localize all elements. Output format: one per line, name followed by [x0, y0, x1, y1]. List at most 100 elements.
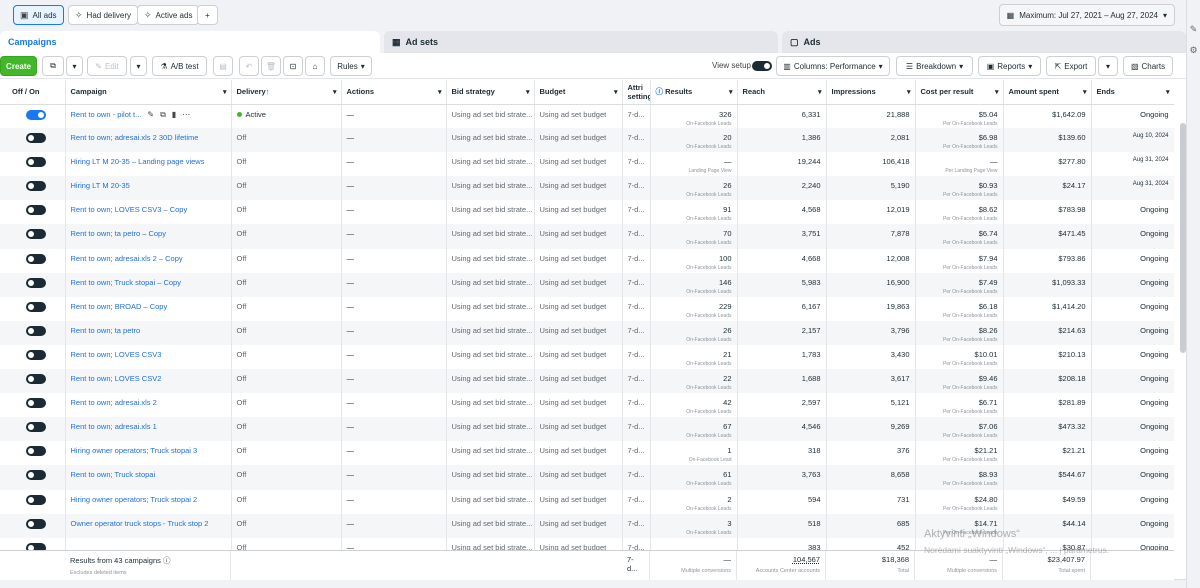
campaign-toggle[interactable]: [26, 205, 46, 216]
col-cost-per-result[interactable]: Cost per result ▾: [915, 80, 1004, 105]
export-menu-button[interactable]: ▾: [1098, 56, 1118, 76]
table-row[interactable]: Rent to own - pilot t... ✎ ⧉ ▮ ⋯ Active — Using…: [0, 104, 1174, 129]
campaign-name[interactable]: Rent to own - pilot t... ✎ ⧉ ▮ ⋯: [65, 104, 232, 129]
campaign-toggle[interactable]: [26, 422, 46, 433]
edit-button[interactable]: ✎ Edit: [87, 56, 127, 76]
vertical-scrollbar[interactable]: [1180, 123, 1186, 353]
table-row[interactable]: Rent to own; ta petro – Copy Off — Using ad…: [0, 224, 1174, 249]
campaign-toggle[interactable]: [26, 349, 46, 360]
edit-menu-button[interactable]: ▾: [130, 56, 147, 76]
rules-button[interactable]: Rules ▾: [330, 56, 372, 76]
table-row[interactable]: Rent to own; BROAD – Copy Off — Using ad se…: [0, 296, 1174, 321]
campaign-toggle[interactable]: [26, 494, 46, 505]
campaign-toggle[interactable]: [26, 518, 46, 529]
filter-all-ads[interactable]: ▣ All ads: [13, 5, 64, 25]
table-row[interactable]: Rent to own; LOVES CSV3 Off — Using ad set …: [0, 344, 1174, 370]
campaign-toggle[interactable]: [26, 253, 46, 264]
col-delivery[interactable]: Delivery↑ ▾: [231, 80, 342, 105]
campaign-name[interactable]: Hiring LT M 20-35: [65, 176, 232, 201]
campaign-name[interactable]: Rent to own; Truck stopai – Copy: [65, 272, 232, 297]
table-row[interactable]: Hiring LT M 20-35 Off — Using ad set bid st…: [0, 176, 1174, 201]
preview-button[interactable]: ⊡: [283, 56, 303, 76]
more-icon[interactable]: ⋯: [182, 110, 190, 119]
campaign-toggle[interactable]: [26, 109, 46, 120]
view-setup-toggle[interactable]: [752, 61, 772, 71]
charts-button[interactable]: ▧ Charts: [1123, 56, 1173, 76]
pencil-icon[interactable]: ✎: [147, 110, 154, 119]
table-row[interactable]: Rent to own; Truck stopai – Copy Off — Usin…: [0, 272, 1174, 297]
pencil-icon[interactable]: ✎: [1187, 24, 1200, 35]
campaign-name[interactable]: [65, 537, 232, 550]
col-attribution[interactable]: Attri setting: [622, 80, 651, 105]
campaign-toggle[interactable]: [26, 229, 46, 240]
table-row[interactable]: Rent to own; adresai.xls 1 Off — Using ad s…: [0, 417, 1174, 442]
campaign-name[interactable]: Owner operator truck stops - Truck stop …: [65, 513, 232, 538]
campaign-toggle[interactable]: [26, 181, 46, 192]
tab-campaigns[interactable]: Campaigns: [0, 31, 380, 53]
campaign-name[interactable]: Rent to own; adresai.xls 2 30D lifetime: [65, 128, 232, 153]
campaign-toggle[interactable]: [26, 157, 46, 168]
tab-ad-sets[interactable]: ▦ Ad sets: [384, 31, 778, 53]
col-impressions[interactable]: Impressions ▾: [826, 80, 916, 105]
archive-button[interactable]: ▤: [213, 56, 233, 76]
tag-button[interactable]: ⌂: [305, 56, 325, 76]
duplicate-button[interactable]: ⧉: [42, 56, 64, 76]
create-button[interactable]: Create: [0, 56, 37, 76]
columns-button[interactable]: ▥ Columns: Performance ▾: [776, 56, 890, 76]
campaign-name[interactable]: Rent to own; ta petro – Copy: [65, 224, 232, 249]
campaign-toggle[interactable]: [26, 374, 46, 385]
bar-chart-icon[interactable]: ▮: [172, 110, 176, 119]
campaign-name[interactable]: Rent to own; LOVES CSV3 – Copy: [65, 200, 232, 225]
campaign-name[interactable]: Rent to own; adresai.xls 2 – Copy: [65, 248, 232, 273]
table-row[interactable]: Hiring LT M 20-35 – Landing page views Of…: [0, 152, 1174, 177]
ab-test-button[interactable]: ⚗ A/B test: [152, 56, 207, 76]
add-filter-button[interactable]: +: [197, 5, 218, 25]
campaign-name[interactable]: Hiring LT M 20-35 – Landing page views: [65, 152, 232, 177]
delete-button[interactable]: 🗑: [261, 56, 281, 76]
filter-had-delivery[interactable]: ✧ Had delivery: [68, 5, 139, 25]
campaign-toggle[interactable]: [26, 277, 46, 288]
col-amount-spent[interactable]: Amount spent ▾: [1003, 80, 1092, 105]
col-bid-strategy[interactable]: Bid strategy ▾: [446, 80, 535, 105]
campaign-name[interactable]: Rent to own; LOVES CSV3: [65, 344, 232, 370]
duplicate-menu-button[interactable]: ▾: [66, 56, 83, 76]
table-row[interactable]: Rent to own; adresai.xls 2 Off — Using ad s…: [0, 393, 1174, 418]
campaign-name[interactable]: Rent to own; adresai.xls 1: [65, 417, 232, 442]
campaign-toggle[interactable]: [26, 325, 46, 336]
col-campaign[interactable]: Campaign ▾: [65, 80, 232, 105]
export-button[interactable]: ⇱ Export: [1046, 56, 1096, 76]
reports-button[interactable]: ▣ Reports ▾: [978, 56, 1041, 76]
campaign-name[interactable]: Hiring owner operators; Truck stopai 2: [65, 489, 232, 514]
col-ends[interactable]: Ends ▾: [1091, 80, 1174, 105]
col-reach[interactable]: Reach ▾: [737, 80, 827, 105]
table-row[interactable]: Hiring owner operators; Truck stopai 2 Of…: [0, 489, 1174, 514]
filter-active-ads[interactable]: ✧ Active ads: [137, 5, 200, 25]
col-results[interactable]: ⓘ Results ▾: [650, 80, 738, 105]
campaign-name[interactable]: Rent to own; BROAD – Copy: [65, 296, 232, 321]
table-row[interactable]: Rent to own; adresai.xls 2 30D lifetime O…: [0, 128, 1174, 153]
table-row[interactable]: Rent to own; LOVES CSV2 Off — Using ad set …: [0, 369, 1174, 394]
campaign-toggle[interactable]: [26, 133, 46, 144]
date-range-picker[interactable]: ▦ Maximum: Jul 27, 2021 – Aug 27, 2024 ▾: [998, 4, 1175, 26]
campaign-name[interactable]: Rent to own; LOVES CSV2: [65, 369, 232, 394]
campaign-name[interactable]: Rent to own; ta petro: [65, 320, 232, 345]
col-off-on[interactable]: Off / On: [0, 80, 66, 105]
campaign-toggle[interactable]: [26, 301, 46, 312]
col-budget[interactable]: Budget ▾: [534, 80, 623, 105]
undo-button[interactable]: ↶: [239, 56, 259, 76]
campaign-toggle[interactable]: [26, 446, 46, 457]
breakdown-button[interactable]: ☰ Breakdown ▾: [896, 56, 973, 76]
campaign-name[interactable]: Rent to own; Truck stopai: [65, 465, 232, 490]
table-row[interactable]: Rent to own; adresai.xls 2 – Copy Off — Usi…: [0, 248, 1174, 273]
duplicate-icon[interactable]: ⧉: [160, 110, 166, 120]
table-row[interactable]: Hiring owner operators; Truck stopai 3 Of…: [0, 441, 1174, 466]
table-row[interactable]: Rent to own; ta petro Off — Using ad set bi…: [0, 320, 1174, 345]
table-row[interactable]: Rent to own; Truck stopai Off — Using ad se…: [0, 465, 1174, 490]
tab-ads[interactable]: ▢ Ads: [782, 31, 1186, 53]
col-actions[interactable]: Actions ▾: [341, 80, 447, 105]
campaign-toggle[interactable]: [26, 470, 46, 481]
campaign-toggle[interactable]: [26, 398, 46, 409]
campaign-name[interactable]: Rent to own; adresai.xls 2: [65, 393, 232, 418]
table-row[interactable]: Rent to own; LOVES CSV3 – Copy Off — Using …: [0, 200, 1174, 225]
campaign-toggle[interactable]: [26, 542, 46, 550]
